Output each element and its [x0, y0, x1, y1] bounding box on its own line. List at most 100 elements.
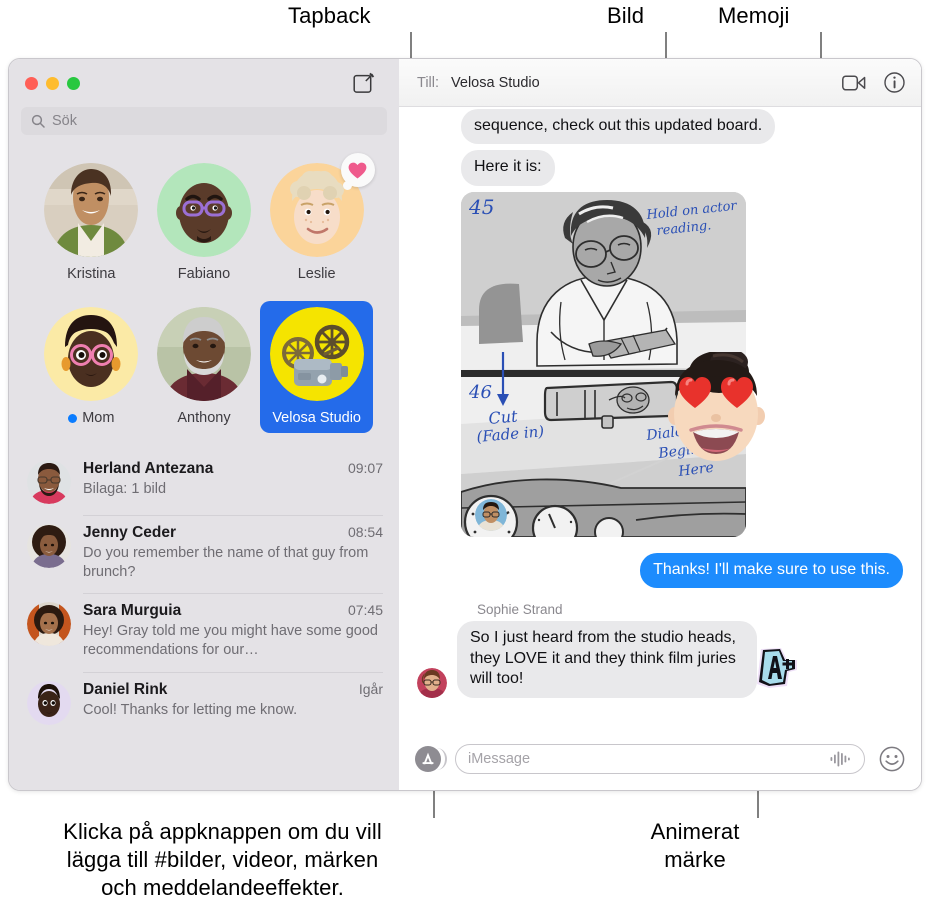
animated-sticker[interactable]: [747, 644, 801, 694]
conversation-header-row: Sara Murguia 07:45: [83, 602, 383, 620]
app-store-button[interactable]: [415, 746, 447, 772]
facetime-video-icon[interactable]: [842, 74, 866, 92]
emoji-button[interactable]: [879, 746, 905, 772]
message-list: sequence, check out this updated board. …: [399, 107, 921, 728]
close-button[interactable]: [25, 76, 38, 90]
audio-waveform-icon[interactable]: [830, 751, 852, 767]
conversation-snippet: Bilaga: 1 bild: [83, 481, 167, 497]
avatar: [27, 680, 71, 725]
conversation-snippet: Hey! Gray told me you might have some go…: [83, 623, 378, 659]
avatar: [269, 307, 364, 401]
conversation-name: Jenny Ceder: [83, 524, 177, 541]
pinned-item-label: Fabiano: [178, 266, 230, 282]
conversation-body: Jenny Ceder 08:54 Do you remember the na…: [83, 524, 383, 582]
avatar: [156, 163, 251, 257]
imessage-placeholder: iMessage: [468, 751, 531, 767]
conversation-name: Herland Antezana: [83, 460, 214, 477]
message-bubble-outgoing: Thanks! I'll make sure to use this.: [640, 552, 903, 589]
message-bubble-incoming: Here it is:: [461, 150, 555, 186]
avatar: [44, 307, 139, 401]
conversation-name: Sara Murguia: [83, 602, 182, 620]
pinned-item-label: Velosa Studio: [272, 410, 361, 426]
pinned-item-leslie[interactable]: Leslie: [260, 153, 375, 289]
unread-dot: [68, 413, 78, 423]
search-input[interactable]: Sök: [21, 107, 387, 135]
conversation-time: 07:45: [347, 602, 383, 619]
message-sender-name: Sophie Strand: [477, 602, 563, 618]
pinned-item-kristina[interactable]: Kristina: [35, 157, 148, 289]
messages-window: Sök Kristina Fabiano Leslie Mom Anthony …: [8, 58, 922, 791]
pinned-item-fabiano[interactable]: Fabiano: [148, 157, 261, 289]
chat-pane: Till: Velosa Studio sequence, check out …: [399, 59, 921, 790]
message-bubble-incoming: So I just heard from the studio heads, t…: [457, 621, 757, 698]
pinned-conversations: Kristina Fabiano Leslie Mom Anthony Velo…: [9, 135, 399, 443]
avatar: [417, 667, 447, 698]
message-row: Thanks! I'll make sure to use this.: [417, 552, 903, 589]
conversation-time: 09:07: [347, 460, 383, 476]
callout-label-app-button: Klicka på appknappen om du vill lägga ti…: [63, 819, 382, 901]
avatar: [27, 602, 71, 647]
conversation-body: Herland Antezana 09:07 Bilaga: 1 bild: [83, 460, 383, 504]
conversation-body: Daniel Rink Igår Cool! Thanks for lettin…: [83, 681, 383, 725]
pinned-item-label: Leslie: [298, 266, 336, 282]
callout-label-animated-sticker: Animerat märke: [650, 819, 740, 873]
heart-icon: [349, 162, 367, 178]
conversation-snippet: Do you remember the name of that guy fro…: [83, 545, 369, 581]
annotation-panel-46: 46: [468, 382, 492, 403]
pinned-item-label: Mom: [68, 410, 114, 426]
search-placeholder: Sök: [52, 113, 77, 129]
recipient-name[interactable]: Velosa Studio: [451, 75, 540, 91]
conversation-header-row: Daniel Rink Igår: [83, 681, 383, 699]
annotation-panel-45: 45: [468, 195, 494, 219]
avatar: [44, 163, 139, 257]
sidebar: Sök Kristina Fabiano Leslie Mom Anthony …: [9, 59, 399, 790]
pinned-item-mom[interactable]: Mom: [35, 301, 148, 433]
search-container: Sök: [9, 107, 399, 135]
chat-header-actions: [842, 72, 905, 93]
message-row: Here it is:: [461, 150, 903, 186]
minimize-button[interactable]: [46, 76, 59, 90]
conversation-time: Igår: [358, 680, 383, 697]
conversation-time: 08:54: [347, 524, 383, 540]
pinned-name-text: Fabiano: [177, 266, 231, 282]
pinned-name-text: Leslie: [297, 266, 336, 282]
message-bubble-incoming: sequence, check out this updated board.: [461, 109, 776, 145]
pinned-item-anthony[interactable]: Anthony: [148, 301, 261, 433]
zoom-button[interactable]: [67, 76, 80, 90]
avatar: [27, 524, 71, 568]
message-row: So I just heard from the studio heads, t…: [417, 621, 903, 698]
message-row-image: 45 46 Hold on actor reading. Cut (Fade i…: [461, 191, 765, 537]
conversation-row-sara-murguia[interactable]: Sara Murguia 07:45 Hey! Gray told me you…: [9, 593, 399, 671]
pinned-name-text: Mom: [82, 410, 115, 426]
pinned-item-velosa-studio[interactable]: Velosa Studio: [260, 301, 373, 433]
search-icon: [31, 114, 45, 128]
pinned-item-label: Anthony: [177, 410, 230, 426]
message-input-bar: iMessage: [399, 728, 921, 790]
compose-icon[interactable]: [353, 72, 375, 94]
callout-label-tapback: Tapback: [288, 3, 371, 28]
conversation-list: Herland Antezana 09:07 Bilaga: 1 bild Je…: [9, 443, 399, 790]
conversation-header-row: Herland Antezana 09:07: [83, 460, 383, 478]
callout-label-memoji: Memoji: [718, 3, 790, 28]
conversation-row-daniel-rink[interactable]: Daniel Rink Igår Cool! Thanks for lettin…: [9, 671, 399, 736]
conversation-row-jenny-ceder[interactable]: Jenny Ceder 08:54 Do you remember the na…: [9, 515, 399, 593]
message-row: sequence, check out this updated board.: [461, 109, 903, 145]
pinned-item-label: Kristina: [67, 266, 115, 282]
conversation-header-row: Jenny Ceder 08:54: [83, 524, 383, 542]
pinned-name-text: Anthony: [177, 410, 231, 426]
conversation-body: Sara Murguia 07:45 Hey! Gray told me you…: [83, 602, 383, 660]
to-label: Till:: [417, 74, 440, 91]
traffic-lights: [25, 76, 80, 90]
avatar: [27, 460, 71, 504]
app-store-icon: [422, 752, 434, 765]
info-icon[interactable]: [884, 72, 905, 93]
tapback-badge[interactable]: [340, 153, 375, 190]
chat-header: Till: Velosa Studio: [399, 59, 921, 107]
conversation-name: Daniel Rink: [83, 680, 168, 698]
conversation-row-herland-antezana[interactable]: Herland Antezana 09:07 Bilaga: 1 bild: [9, 451, 399, 515]
imessage-input[interactable]: iMessage: [455, 744, 865, 774]
avatar: [156, 307, 251, 401]
avatar: [475, 498, 507, 531]
pinned-name-text: Kristina: [67, 266, 116, 282]
memoji-heart-eyes-sticker[interactable]: [663, 348, 768, 472]
